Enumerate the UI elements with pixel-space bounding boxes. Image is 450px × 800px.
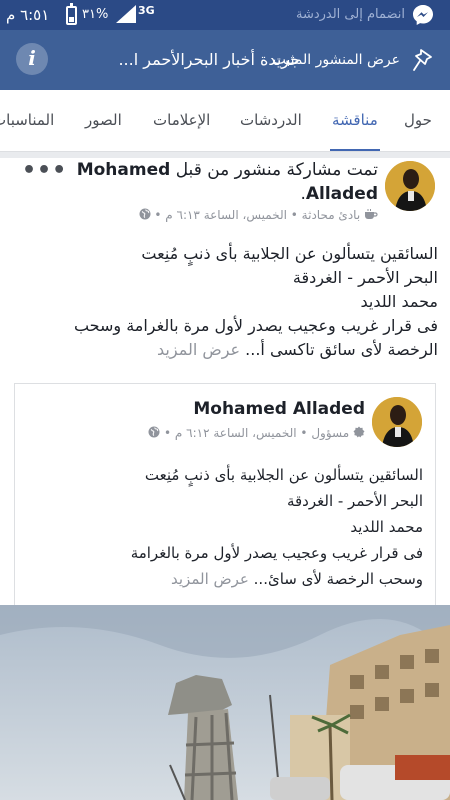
see-more-link[interactable]: عرض المزيد (171, 570, 249, 588)
info-icon[interactable]: i (16, 43, 48, 75)
shared-post-body: السائقين يتسألون عن الجلابية بأى ذنبٍ مُ… (23, 462, 423, 592)
post-role: بادئ محادثة (301, 208, 361, 222)
tab-discussion[interactable]: مناقشة (330, 90, 380, 151)
globe-icon (139, 208, 151, 223)
shared-post-role: مسؤول (311, 426, 350, 440)
post-body-line: محمد اللديد (360, 292, 439, 311)
post-body-line: السائقين يتسألون عن الجلابية بأى ذنبٍ مُ… (141, 244, 438, 263)
post-time[interactable]: الساعة ٦:١٣ م (165, 208, 238, 222)
post-meta: بادئ محادثة • الخميس، الساعة ٦:١٣ م • (100, 208, 378, 223)
post-day: الخميس (246, 208, 287, 222)
messenger-icon[interactable] (412, 4, 434, 26)
avatar[interactable] (385, 161, 435, 211)
meta-separator: • (300, 426, 308, 440)
avatar[interactable] (372, 397, 422, 447)
coffee-icon (364, 208, 378, 223)
meta-separator: • (163, 426, 172, 440)
shared-post-day: الخميس (255, 426, 297, 440)
tab-photos[interactable]: الصور (85, 90, 122, 151)
status-bar: ٦:٥١ م ٣١% 3G انضمام إلى الدردشة (0, 0, 450, 30)
shared-body-line: محمد اللديد (350, 518, 423, 536)
post-photo[interactable] (0, 605, 450, 800)
post-body-line: فى قرار غريب وعجيب يصدر لأول مرة بالغرام… (73, 316, 438, 335)
admin-badge-icon (353, 426, 365, 441)
post-body-line: البحر الأحمر - الغردقة (292, 268, 438, 287)
chat-join-notification[interactable]: انضمام إلى الدردشة (165, 6, 405, 24)
globe-icon (148, 426, 160, 441)
battery-icon (66, 3, 77, 25)
pin-icon[interactable] (412, 48, 436, 74)
shared-body-text: وسحب الرخصة لأى سائ... (253, 570, 423, 588)
signal-icon (116, 5, 136, 23)
group-tabs: حول مناقشة الدردشات الإعلامات الصور المن… (0, 90, 450, 152)
shared-body-line: السائقين يتسألون عن الجلابية بأى ذنبٍ مُ… (144, 466, 423, 484)
tab-events[interactable]: المناسبات (0, 90, 54, 151)
shared-body-line: فى قرار غريب وعجيب يصدر لأول مرة بالغرام… (130, 544, 423, 562)
shared-post-author[interactable]: Mohamed Alladed (75, 399, 365, 419)
shared-post-card[interactable]: Mohamed Alladed مسؤول • الخميس، الساعة ٦… (14, 383, 436, 605)
shared-body-line: البحر الأحمر - الغردقة (286, 492, 423, 510)
post-body: السائقين يتسألون عن الجلابية بأى ذنبٍ مُ… (18, 242, 438, 362)
see-more-link[interactable]: عرض المزيد (157, 340, 240, 359)
view-pinned-post-label[interactable]: عرض المنشور المثبت (150, 43, 400, 77)
shared-post-meta: مسؤول • الخميس، الساعة ٦:١٢ م • (105, 426, 365, 441)
shared-post-time[interactable]: الساعة ٦:١٢ م (175, 426, 248, 440)
status-time: ٦:٥١ م (6, 6, 50, 24)
network-type: 3G (138, 4, 155, 17)
battery-percent: ٣١% (82, 7, 109, 22)
tab-about[interactable]: حول (404, 90, 432, 151)
post-title: تمت مشاركة منشور من قبل Mohamed Alladed. (60, 158, 378, 206)
post-title-prefix: تمت مشاركة منشور من قبل (175, 160, 378, 180)
group-header: i جريدة أخبار البحرالأحمر ا... عرض المنش… (0, 30, 450, 90)
meta-separator: • (154, 208, 162, 222)
tab-chats[interactable]: الدردشات (240, 90, 302, 151)
shared-body-line-last: وسحب الرخصة لأى سائ... عرض المزيد (23, 566, 423, 592)
meta-separator: • (290, 208, 298, 222)
post-body-text: الرخصة لأى سائق تاكسى أ... (245, 340, 438, 359)
post-body-line-last: الرخصة لأى سائق تاكسى أ... عرض المزيد (18, 338, 438, 362)
tab-announcements[interactable]: الإعلامات (153, 90, 210, 151)
